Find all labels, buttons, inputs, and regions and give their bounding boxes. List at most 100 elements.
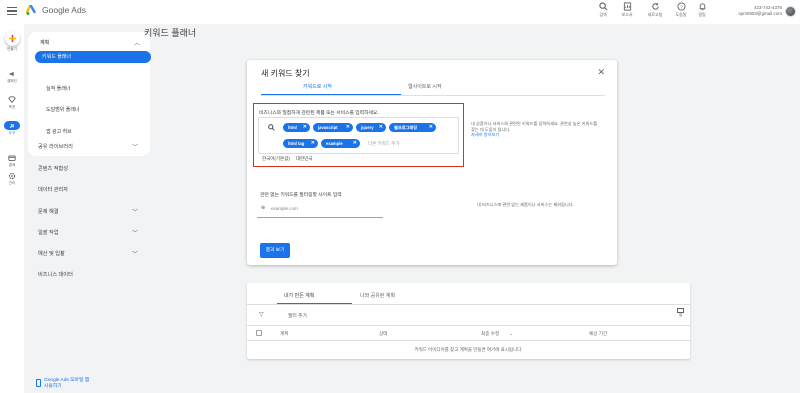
close-icon[interactable]: ✕ — [379, 123, 383, 132]
chevron-down-icon: ﹀ — [131, 210, 138, 216]
language-setting[interactable]: 한국어(기본값) — [262, 156, 290, 162]
chip-label: example — [326, 141, 343, 146]
sort-arrow-icon[interactable]: ⌄ — [509, 331, 513, 337]
sidebar-item-data-manager[interactable]: 데이터 관리자 — [38, 186, 138, 193]
add-keyword-placeholder: 다른 키워드 추가 — [368, 141, 400, 146]
reports-label: 보고서 — [621, 12, 633, 17]
planning-header[interactable]: 계획 — [40, 39, 49, 46]
notifications-button[interactable]: 알림 — [690, 2, 714, 18]
sidebar-item-label: 일괄 작업 — [38, 230, 59, 236]
sidebar-item-keyword-planner[interactable]: 키워드 플래너 — [35, 51, 151, 63]
sidebar-item-shared-library[interactable]: 공유 라이브러리 ﹀ — [38, 143, 138, 151]
search-icon — [598, 2, 607, 11]
keyword-help-text: 내 상품이나 서비스와 관련된 키워드를 입력하세요. 관련성 높은 키워드를 … — [471, 121, 598, 132]
sidebar-item-troubleshooting[interactable]: 문제 해결 ﹀ — [38, 208, 138, 216]
account-info[interactable]: 423-742-4375 sprint903@gmail.com — [738, 5, 782, 17]
close-icon[interactable]: ✕ — [429, 123, 433, 132]
website-input[interactable]: ⊕ example.com — [257, 201, 383, 218]
menu-icon[interactable] — [7, 7, 17, 15]
add-filter[interactable]: 필터 추가 — [288, 312, 307, 319]
close-icon[interactable]: ✕ — [303, 123, 307, 132]
tab-start-with-keywords[interactable]: 키워드로 시작 — [303, 83, 332, 90]
rail-billing-label: 결제 — [8, 163, 16, 167]
keyword-chip[interactable]: html ✕ — [283, 123, 310, 132]
close-icon[interactable]: ✕ — [353, 139, 357, 148]
close-icon[interactable]: ✕ — [311, 139, 315, 148]
keyword-chip[interactable]: jquery ✕ — [356, 123, 386, 132]
chip-label: html — [288, 125, 297, 130]
keyword-help-note: 내 상품이나 서비스와 관련된 키워드를 입력하세요. 관련성 높은 키워드를 … — [471, 121, 601, 138]
rail-tools-label: 도구 — [8, 131, 16, 135]
rail-goals[interactable]: 목표 — [0, 96, 24, 110]
search-button[interactable]: 검색 — [591, 2, 615, 18]
sidebar-item-label: 데이터 관리자 — [38, 187, 69, 193]
chevron-down-icon: ﹀ — [131, 252, 138, 258]
columns-label: 열 — [678, 313, 683, 317]
sidebar-item-performance-planner[interactable]: 실적 플래너 — [46, 85, 70, 92]
website-filter-label: 관련 없는 키워드를 필터링할 사이트 입력 — [260, 193, 342, 198]
website-placeholder: example.com — [271, 206, 298, 211]
notifications-label: 알림 — [698, 12, 706, 17]
refresh-icon — [651, 2, 659, 10]
tab-my-plans[interactable]: 내가 만든 계획 — [284, 292, 314, 299]
close-icon[interactable]: ✕ — [597, 67, 605, 78]
rail-admin[interactable]: 관리 — [0, 172, 24, 186]
keyword-chip[interactable]: html tag ✕ — [283, 139, 318, 148]
planning-section: 계획 ︿ 키워드 플래너 실적 플래너 도달범위 플래너 앱 광고 허브 — [28, 32, 151, 156]
sidebar-item-budgets-bidding[interactable]: 예산 및 입찰 ﹀ — [38, 250, 138, 258]
column-header-last-modified[interactable]: 최종 수정 — [481, 331, 499, 337]
rail-create[interactable]: 만들기 — [0, 31, 24, 52]
reports-button[interactable]: 보고서 — [615, 2, 639, 18]
tab-start-with-website[interactable]: 웹사이트로 시작 — [408, 83, 442, 90]
rail-tools[interactable]: 도구 — [0, 121, 24, 136]
sidebar-item-bulk-actions[interactable]: 일괄 작업 ﹀ — [38, 229, 138, 237]
sidebar-item-app-ads-hub[interactable]: 앱 광고 허브 — [46, 128, 72, 135]
column-header-forecast-period[interactable]: 예상 기간 — [589, 331, 607, 337]
reports-icon — [623, 2, 631, 11]
dialog-title: 새 키워드 찾기 — [261, 69, 310, 78]
chip-label: 웹프로그래밍 — [394, 125, 418, 130]
column-header-status[interactable]: 상태 — [379, 331, 387, 337]
sidebar-item-label: 콘텐츠 적합성 — [38, 166, 69, 172]
mobile-app-promo[interactable]: Google Ads 모바일 앱 사용하기 — [36, 378, 89, 390]
sidebar-item-label: 공유 라이브러리 — [38, 144, 73, 150]
tab-shared-plans[interactable]: 나와 공유된 계획 — [360, 292, 395, 299]
table-divider — [247, 325, 690, 326]
campaign-icon — [9, 71, 14, 77]
keyword-chip[interactable]: example ✕ — [321, 139, 360, 148]
chevron-up-icon[interactable]: ︿ — [134, 38, 140, 47]
get-results-button[interactable]: 결과 보기 — [260, 243, 290, 258]
left-rail: 만들기 캠페인 목표 도구 결제 관리 — [0, 24, 24, 393]
chip-label: html tag — [288, 141, 305, 146]
learn-more-link[interactable]: 자세히 알아보기 — [471, 132, 601, 138]
rail-goals-label: 목표 — [8, 105, 16, 109]
google-ads-logo[interactable] — [26, 5, 38, 16]
tab-divider — [261, 95, 605, 96]
filter-icon[interactable]: ▽ — [259, 311, 264, 318]
sidebar-item-label: 문제 해결 — [38, 209, 59, 215]
location-setting[interactable]: 대한민국 — [296, 156, 313, 162]
bell-icon — [699, 3, 705, 11]
keyword-chip[interactable]: javascript ✕ — [313, 123, 353, 132]
sidebar-item-business-data[interactable]: 비즈니스 데이터 — [38, 271, 138, 278]
promo-line2: 사용하기 — [44, 384, 62, 389]
close-icon[interactable]: ✕ — [346, 123, 350, 132]
brand-name: Google Ads — [42, 5, 86, 15]
sidebar-item-content-suitability[interactable]: 콘텐츠 적합성 — [38, 165, 138, 172]
keyword-input[interactable]: html ✕ javascript ✕ jquery ✕ 웹프로그래밍 ✕ html t… — [258, 117, 459, 154]
avatar[interactable] — [785, 6, 796, 17]
language-location-row[interactable]: 한국어(기본값) 대한민국 — [262, 156, 312, 162]
keyword-chip[interactable]: 웹프로그래밍 ✕ — [389, 123, 436, 132]
chevron-down-icon: ﹀ — [131, 231, 138, 237]
tab-divider — [247, 304, 690, 305]
column-header-plan[interactable]: 계획 — [280, 331, 288, 337]
tools-icon — [4, 121, 20, 130]
admin-icon — [8, 172, 16, 180]
sidebar-item-reach-planner[interactable]: 도달범위 플래너 — [46, 106, 80, 113]
select-all-checkbox[interactable] — [256, 330, 262, 336]
rail-campaigns[interactable]: 캠페인 — [0, 70, 24, 84]
refresh-button[interactable]: 새로고침 — [643, 2, 667, 18]
columns-button[interactable]: 열 — [676, 308, 685, 318]
rail-billing[interactable]: 결제 — [0, 154, 24, 168]
svg-text:?: ? — [680, 4, 683, 9]
